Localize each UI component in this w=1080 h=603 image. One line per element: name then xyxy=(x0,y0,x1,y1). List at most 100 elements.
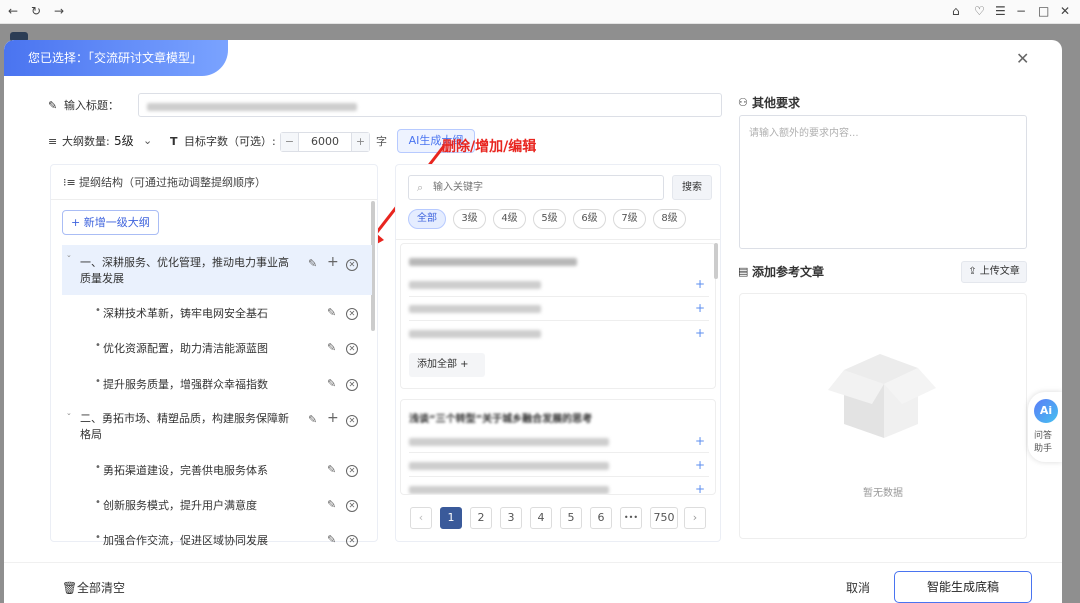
add-first-level-label: 新增一级大纲 xyxy=(83,216,150,229)
add-line-icon[interactable]: + xyxy=(695,434,705,448)
add-line-icon[interactable]: + xyxy=(695,277,705,291)
page-3[interactable]: 3 xyxy=(500,507,522,529)
page-5[interactable]: 5 xyxy=(560,507,582,529)
plus-icon: + xyxy=(71,216,84,229)
filter-level-7[interactable]: 7级 xyxy=(613,209,646,229)
generate-draft-button[interactable]: 智能生成底稿 xyxy=(894,571,1032,603)
delete-icon[interactable]: ✕ xyxy=(346,413,358,427)
collapse-icon[interactable]: ⌄ xyxy=(66,409,72,417)
filter-level-6[interactable]: 6级 xyxy=(573,209,606,229)
card-list-scrollbar[interactable] xyxy=(714,243,718,279)
article-card-2[interactable]: 浅谈“三个转型”关于城乡融合发展的思考 + + + xyxy=(400,399,716,495)
other-requirements-title: 其他要求 xyxy=(752,96,801,110)
home-icon[interactable]: ⌂ xyxy=(952,4,960,18)
delete-icon[interactable]: ✕ xyxy=(346,463,358,477)
outline-count-value[interactable]: 5级 xyxy=(114,134,134,148)
delete-icon[interactable]: ✕ xyxy=(346,306,358,320)
reference-article-area: 暂无数据 xyxy=(739,293,1027,539)
edit-icon[interactable]: ✎ xyxy=(327,377,336,390)
maximize-icon[interactable]: □ xyxy=(1038,4,1049,18)
chevron-down-icon[interactable]: ⌄ xyxy=(143,134,152,148)
outline-item-text[interactable]: 加强合作交流，促进区域协同发展 xyxy=(103,534,268,548)
delete-icon[interactable]: ✕ xyxy=(346,377,358,391)
page-4[interactable]: 4 xyxy=(530,507,552,529)
add-icon[interactable]: + xyxy=(327,410,339,426)
reload-icon[interactable]: ↻ xyxy=(31,4,41,18)
outline-item-text[interactable]: 勇拓渠道建设，完善供电服务体系 xyxy=(103,464,268,478)
page-2[interactable]: 2 xyxy=(470,507,492,529)
bullet-icon: • xyxy=(95,340,101,351)
page-1[interactable]: 1 xyxy=(440,507,462,529)
minimize-icon[interactable]: − xyxy=(1016,4,1026,18)
delete-icon[interactable]: ✕ xyxy=(346,533,358,547)
filter-level-5[interactable]: 5级 xyxy=(533,209,566,229)
bullet-icon: • xyxy=(95,532,101,543)
outline-item-text[interactable]: 提升服务质量，增强群众幸福指数 xyxy=(103,378,268,392)
forward-icon[interactable]: → xyxy=(54,4,64,18)
footer-divider xyxy=(4,562,1062,563)
edit-icon[interactable]: ✎ xyxy=(327,533,336,546)
cancel-button[interactable]: 取消 xyxy=(846,581,870,595)
browser-toolbar: ← ↻ → ⌂ ♡ ☰ − □ ✕ xyxy=(0,0,1080,24)
bullet-icon: • xyxy=(95,497,101,508)
page-last[interactable]: 750 xyxy=(650,507,678,529)
collapse-icon[interactable]: ⌄ xyxy=(66,251,72,259)
list-icon: ⁝≡ xyxy=(63,176,76,189)
add-line-icon[interactable]: + xyxy=(695,458,705,472)
assistant-label-1: 问答 xyxy=(1034,431,1053,441)
trash-icon[interactable]: 🗑 xyxy=(62,581,77,595)
outline-item-text[interactable]: 创新服务模式，提升用户满意度 xyxy=(103,499,257,513)
target-words-value[interactable]: 6000 xyxy=(299,133,351,151)
delete-icon[interactable]: ✕ xyxy=(346,257,358,271)
article-card-1[interactable]: + + + 添加全部 + xyxy=(400,243,716,389)
filter-all[interactable]: 全部 xyxy=(408,209,446,229)
decrement-button[interactable]: − xyxy=(281,133,299,151)
upload-article-button[interactable]: ⇪ 上传文章 xyxy=(961,261,1027,283)
empty-state-text: 暂无数据 xyxy=(863,488,903,499)
search-icon: ⌕ xyxy=(417,181,424,194)
outline-header: 提纲结构（可通过拖动调整提纲顺序） xyxy=(79,176,266,189)
prev-page-icon[interactable]: ‹ xyxy=(410,507,432,529)
back-icon[interactable]: ← xyxy=(8,4,18,18)
outline-item-text[interactable]: 优化资源配置，助力清洁能源蓝图 xyxy=(103,342,268,356)
filter-level-4[interactable]: 4级 xyxy=(493,209,526,229)
menu-list-icon[interactable]: ☰ xyxy=(995,4,1006,18)
page-6[interactable]: 6 xyxy=(590,507,612,529)
delete-icon[interactable]: ✕ xyxy=(346,498,358,512)
other-requirements-textarea[interactable]: 请输入额外的要求内容... xyxy=(739,115,1027,249)
ai-assistant-widget[interactable]: Ai 问答 助手 xyxy=(1028,392,1062,462)
edit-icon[interactable]: ✎ xyxy=(308,413,317,426)
window-close-icon[interactable]: ✕ xyxy=(1060,4,1070,18)
add-first-level-button[interactable]: + 新增一级大纲 xyxy=(62,210,159,235)
edit-icon[interactable]: ✎ xyxy=(327,306,336,319)
edit-icon[interactable]: ✎ xyxy=(327,341,336,354)
add-line-icon[interactable]: + xyxy=(695,326,705,340)
more-pages-icon[interactable]: ••• xyxy=(620,507,642,529)
outline-item-text[interactable]: 二、勇拓市场、精塑品质，构建服务保障新格局 xyxy=(80,411,298,443)
edit-icon[interactable]: ✎ xyxy=(327,498,336,511)
edit-icon[interactable]: ✎ xyxy=(327,463,336,476)
bullet-icon: • xyxy=(95,462,101,473)
outline-item-text: 一、深耕服务、优化管理，推动电力事业高质量发展 xyxy=(80,256,289,285)
filter-level-8[interactable]: 8级 xyxy=(653,209,686,229)
add-icon[interactable]: + xyxy=(327,254,339,270)
add-line-icon[interactable]: + xyxy=(695,301,705,315)
keyword-search-input[interactable]: ⌕ xyxy=(408,175,664,200)
close-icon[interactable]: ✕ xyxy=(1016,49,1029,68)
title-input[interactable] xyxy=(138,93,722,117)
delete-icon[interactable]: ✕ xyxy=(346,341,358,355)
filter-level-3[interactable]: 3级 xyxy=(453,209,486,229)
keyword-input-field[interactable] xyxy=(433,179,653,196)
search-button[interactable]: 搜索 xyxy=(672,175,712,200)
edit-icon[interactable]: ✎ xyxy=(308,257,317,270)
next-page-icon[interactable]: › xyxy=(684,507,706,529)
add-all-button[interactable]: 添加全部 + xyxy=(409,353,485,377)
bookmark-icon[interactable]: ♡ xyxy=(974,4,985,18)
outline-item-text[interactable]: 深耕技术革新，铸牢电网安全基石 xyxy=(103,307,268,321)
outline-item-1[interactable]: ⌄ 一、深耕服务、优化管理，推动电力事业高质量发展 xyxy=(62,245,372,295)
clear-all-button[interactable]: 全部清空 xyxy=(77,581,125,595)
add-line-icon[interactable]: + xyxy=(695,482,705,494)
title-label: 输入标题： xyxy=(64,99,119,112)
divider xyxy=(51,199,377,200)
card-line-blurred xyxy=(409,462,609,470)
